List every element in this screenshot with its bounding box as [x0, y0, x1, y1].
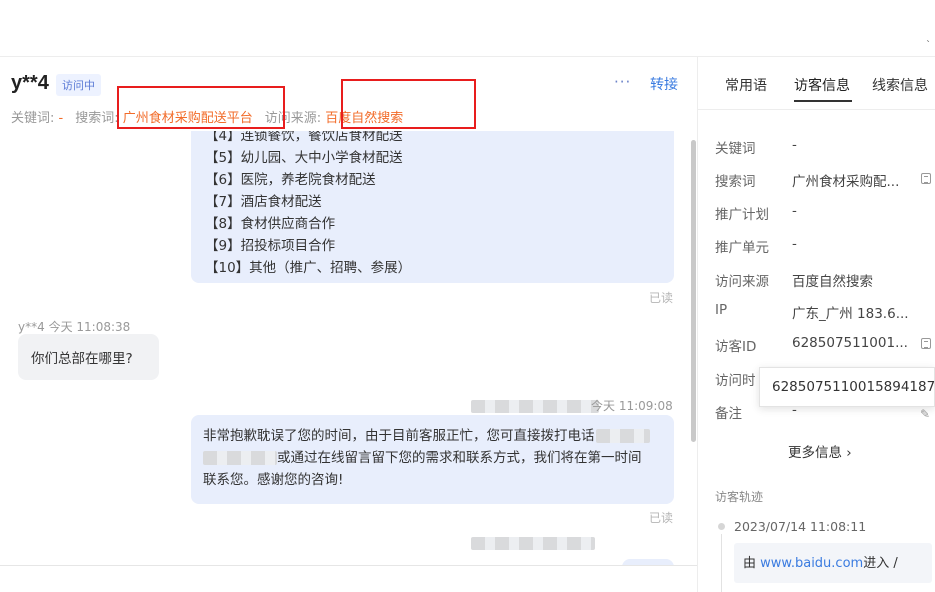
visitor-message-bubble: 你们总部在哪里? — [18, 334, 159, 380]
more-options-button[interactable]: ··· — [614, 73, 631, 91]
search-term-label: 搜索词: — [75, 111, 123, 126]
redacted-agent-name — [471, 537, 595, 550]
top-bar: ˋ — [0, 0, 935, 57]
info-value-visitor-id: 628507511001... — [792, 335, 908, 351]
info-label-keyword: 关键词 — [715, 141, 756, 157]
read-receipt: 已读 — [649, 511, 674, 525]
read-receipt: 已读 — [649, 291, 674, 305]
visit-trail-title: 访客轨迹 — [715, 490, 764, 504]
visitor-id-tooltip: 6285075110015894187 — [759, 367, 935, 407]
tooltip-text: 6285075110015894187 — [772, 379, 935, 395]
copy-icon[interactable] — [921, 173, 931, 184]
keyword-label: 关键词: — [11, 111, 59, 126]
redacted-phone — [203, 451, 277, 465]
info-label-visitor-id: 访客ID — [715, 339, 757, 355]
menu-line: 【5】幼儿园、大中小学食材配送 — [205, 150, 403, 166]
menu-line: 【7】酒店食材配送 — [205, 194, 322, 210]
divider — [0, 565, 697, 566]
edit-icon[interactable]: ✎ — [920, 407, 930, 421]
chat-message-area[interactable]: 【4】连锁餐饮，餐饮店食材配送 【5】幼儿园、大中小学食材配送 【6】医院，养老… — [0, 131, 697, 565]
info-label-search-term: 搜索词 — [715, 174, 756, 190]
trail-prefix: 由 — [743, 556, 761, 571]
more-info-link[interactable]: 更多信息 › — [788, 441, 852, 461]
tab-visitor-info[interactable]: 访客信息 — [794, 75, 850, 95]
visitor-message-stamp: y**4 今天 11:08:38 — [18, 318, 130, 335]
info-value-source: 百度自然搜索 — [792, 274, 873, 290]
menu-line: 【4】连锁餐饮，餐饮店食材配送 — [205, 131, 403, 144]
timeline-line — [721, 534, 722, 592]
info-value-unit: - — [792, 236, 797, 252]
message-time: 今天 11:08:38 — [48, 320, 131, 334]
sender-name: y**4 — [18, 320, 45, 334]
menu-line: 【6】医院，养老院食材配送 — [205, 172, 376, 188]
info-label-remark: 备注 — [715, 406, 742, 422]
agent-message-stamp: 今天 11:09:08 — [471, 397, 673, 414]
copy-icon[interactable] — [921, 338, 931, 349]
info-label-ip: IP — [715, 302, 728, 318]
visitor-message-text: 你们总部在哪里? — [31, 351, 133, 367]
corner-mark: ˋ — [926, 40, 931, 51]
menu-line: 【9】招投标项目合作 — [205, 238, 336, 254]
menu-line: 【8】食材供应商合作 — [205, 216, 336, 232]
info-value-ip: 广东_广州 183.6... — [792, 306, 909, 322]
active-tab-indicator — [794, 100, 852, 102]
trail-link[interactable]: www.baidu.com — [760, 556, 863, 571]
agent-reply-line: 联系您。感谢您的咨询! — [203, 472, 344, 488]
agent-reply-bubble: 非常抱歉耽误了您的时间，由于目前客服正忙，您可直接拨打电话 或通过在线留言留下您… — [191, 415, 674, 504]
redacted-phone — [595, 429, 650, 443]
trail-suffix: 进入 / — [863, 556, 898, 571]
chat-scrollbar[interactable] — [691, 140, 696, 442]
visitor-info-panel: 常用语 访客信息 线索信息 关键词 - 搜索词 广州食材采购配... 推广计划 … — [697, 57, 935, 592]
divider — [698, 109, 935, 110]
info-value-keyword: - — [792, 137, 797, 153]
keyword-value: - — [58, 111, 64, 126]
annotation-box-search-term — [117, 86, 285, 129]
tab-lead-info[interactable]: 线索信息 — [872, 75, 928, 95]
trail-time: 2023/07/14 11:08:11 — [734, 519, 867, 534]
info-label-campaign: 推广计划 — [715, 207, 769, 223]
redacted-agent-name — [471, 400, 599, 413]
agent-reply-line: 或通过在线留言留下您的需求和联系方式，我们将在第一时间 — [277, 450, 642, 466]
tab-common-phrases[interactable]: 常用语 — [725, 75, 767, 95]
annotation-box-source — [341, 79, 476, 129]
visitor-name: y**4 — [11, 72, 49, 94]
transfer-button[interactable]: 转接 — [650, 74, 678, 94]
info-value-campaign: - — [792, 203, 797, 219]
menu-line: 【10】其他（推广、招聘、参展） — [205, 260, 412, 276]
timeline-dot — [718, 523, 725, 530]
info-value-search-term: 广州食材采购配... — [792, 174, 900, 190]
status-badge: 访问中 — [56, 74, 101, 96]
trail-entry: 由 www.baidu.com进入 / — [734, 543, 932, 583]
message-time: 今天 11:09:08 — [591, 399, 673, 413]
agent-reply-line: 非常抱歉耽误了您的时间，由于目前客服正忙，您可直接拨打电话 — [203, 428, 595, 444]
info-label-unit: 推广单元 — [715, 240, 769, 256]
info-label-visit-time: 访问时 — [715, 373, 756, 389]
agent-menu-bubble: 【4】连锁餐饮，餐饮店食材配送 【5】幼儿园、大中小学食材配送 【6】医院，养老… — [191, 131, 674, 283]
info-label-source: 访问来源 — [715, 274, 769, 290]
